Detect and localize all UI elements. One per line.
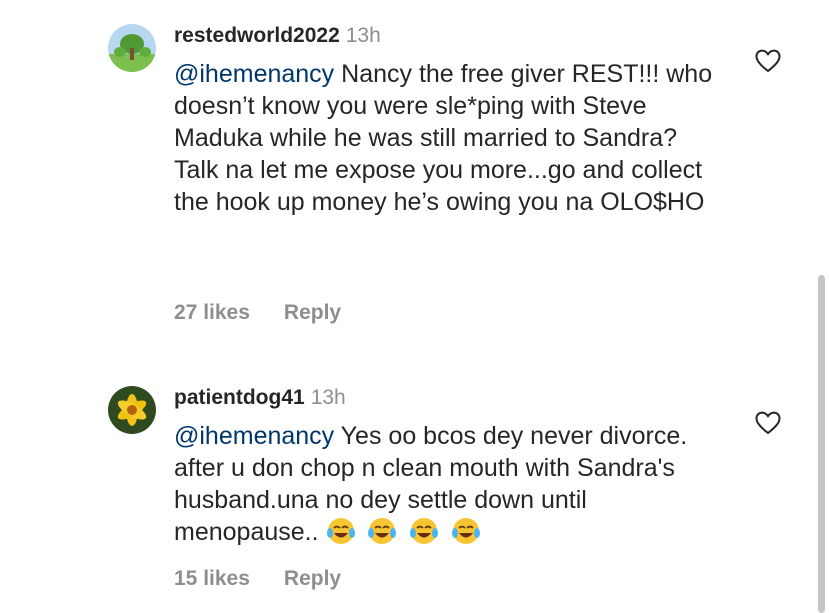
tears-of-joy-emoji-icon bbox=[452, 518, 481, 544]
comment-timestamp: 13h bbox=[310, 386, 346, 409]
likes-count[interactable]: 15 likes bbox=[174, 567, 250, 590]
comment-meta: 27 likes Reply bbox=[174, 301, 341, 325]
heart-icon[interactable] bbox=[755, 49, 781, 73]
comment-username[interactable]: patientdog41 13h bbox=[174, 386, 346, 410]
comment-timestamp: 13h bbox=[345, 24, 381, 47]
heart-icon[interactable] bbox=[755, 411, 781, 435]
comment-text: @ihemenancy Yes oo bcos dey never divorc… bbox=[174, 420, 724, 548]
tears-of-joy-emoji-icon bbox=[326, 518, 355, 544]
avatar[interactable] bbox=[108, 24, 156, 72]
tears-of-joy-emoji-icon bbox=[368, 518, 397, 544]
comment-username[interactable]: restedworld2022 13h bbox=[174, 24, 381, 48]
emoji-group bbox=[326, 518, 487, 546]
avatar-flower-image bbox=[108, 386, 156, 434]
avatar-landscape-image bbox=[108, 24, 156, 72]
reply-button[interactable]: Reply bbox=[284, 301, 341, 324]
mention-link[interactable]: @ihemenancy bbox=[174, 60, 334, 88]
tears-of-joy-emoji-icon bbox=[410, 518, 439, 544]
scrollbar-thumb[interactable] bbox=[818, 275, 825, 613]
mention-link[interactable]: @ihemenancy bbox=[174, 422, 334, 450]
reply-button[interactable]: Reply bbox=[284, 567, 341, 590]
comment-meta: 15 likes Reply bbox=[174, 567, 341, 591]
avatar[interactable] bbox=[108, 386, 156, 434]
likes-count[interactable]: 27 likes bbox=[174, 301, 250, 324]
comment-text: @ihemenancy Nancy the free giver REST!!!… bbox=[174, 58, 724, 218]
